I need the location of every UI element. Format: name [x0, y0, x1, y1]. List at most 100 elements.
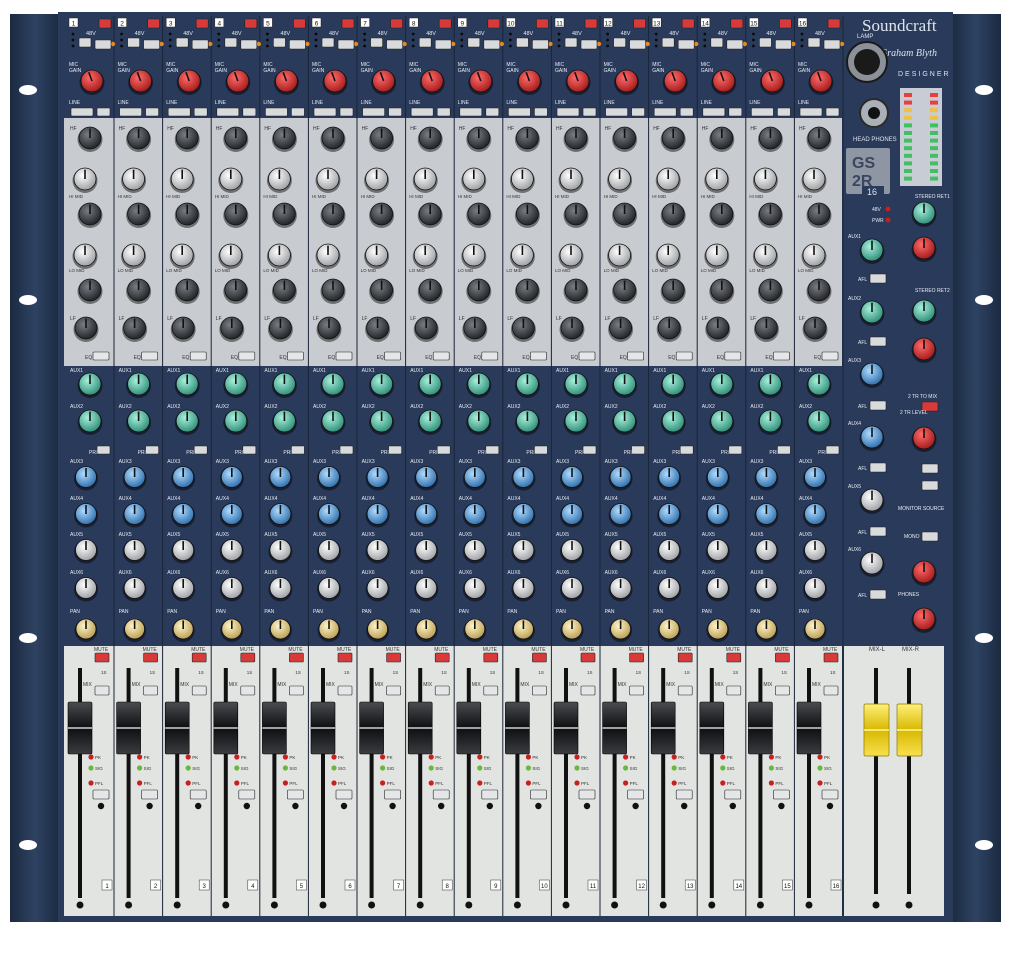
mix-switch[interactable] — [823, 685, 839, 696]
phantom-switch[interactable] — [341, 18, 355, 29]
lo-mid-freq-knob[interactable] — [364, 243, 390, 269]
lo-mid-gain-knob[interactable] — [757, 278, 783, 304]
pan-knob[interactable] — [123, 618, 147, 642]
hi-mid-freq-knob[interactable] — [607, 167, 633, 193]
aux2-knob[interactable] — [126, 409, 152, 435]
hi-mid-gain-knob[interactable] — [369, 202, 395, 228]
pad-switch[interactable] — [370, 37, 383, 48]
aux5-knob[interactable] — [803, 539, 827, 564]
eq-switch[interactable] — [481, 351, 499, 361]
phantom-switch[interactable] — [779, 18, 792, 29]
mix-switch[interactable] — [94, 685, 110, 696]
mic-gain-knob[interactable] — [468, 69, 494, 95]
mic-gain-knob[interactable] — [79, 69, 105, 95]
hi-mid-gain-knob[interactable] — [77, 202, 103, 228]
lo-mid-freq-knob[interactable] — [704, 243, 730, 269]
aux4-knob[interactable] — [705, 503, 730, 528]
aux3-knob[interactable] — [317, 466, 341, 491]
hi-mid-freq-knob[interactable] — [509, 167, 535, 193]
eq-switch[interactable] — [578, 351, 596, 361]
hi-mid-gain-knob[interactable] — [660, 202, 686, 228]
pfl-switch[interactable] — [578, 789, 596, 800]
aux5-knob[interactable] — [122, 539, 147, 564]
line-switch[interactable] — [825, 107, 840, 117]
mic-gain-knob[interactable] — [565, 69, 591, 95]
phase-switch[interactable] — [94, 39, 112, 50]
hpf-switch[interactable] — [653, 107, 677, 117]
monitor-level-knob[interactable] — [911, 560, 937, 586]
lf-knob[interactable] — [413, 316, 439, 342]
master-aux3-knob[interactable] — [859, 362, 885, 388]
phantom-switch[interactable] — [633, 18, 646, 29]
mute-switch[interactable] — [677, 652, 693, 663]
hf-knob[interactable] — [417, 126, 443, 152]
hf-knob[interactable] — [320, 126, 346, 152]
pan-knob[interactable] — [609, 618, 633, 642]
line-switch[interactable] — [728, 107, 743, 117]
aux3-knob[interactable] — [511, 466, 536, 491]
hpf-switch[interactable] — [459, 107, 483, 117]
eq-switch[interactable] — [724, 351, 742, 361]
hi-mid-gain-knob[interactable] — [417, 202, 443, 228]
lf-knob[interactable] — [510, 316, 536, 342]
pfl-switch[interactable] — [530, 789, 547, 800]
eq-switch[interactable] — [432, 351, 450, 361]
hi-mid-freq-knob[interactable] — [315, 167, 341, 193]
eq-switch[interactable] — [675, 351, 693, 361]
master-aux6-knob[interactable] — [859, 551, 885, 577]
aux2-knob[interactable] — [320, 409, 346, 435]
hi-mid-freq-knob[interactable] — [72, 167, 98, 193]
lo-mid-gain-knob[interactable] — [174, 278, 200, 304]
lo-mid-freq-knob[interactable] — [315, 243, 341, 269]
phase-switch[interactable] — [143, 39, 160, 50]
mic-gain-knob[interactable] — [322, 69, 348, 95]
hpf-switch[interactable] — [605, 107, 628, 117]
aux5-knob[interactable] — [462, 539, 487, 564]
lo-mid-freq-knob[interactable] — [218, 243, 244, 269]
aux4-knob[interactable] — [317, 503, 341, 528]
aux12-pre-switch[interactable] — [631, 445, 645, 455]
mix-switch[interactable] — [240, 685, 256, 696]
hf-knob[interactable] — [612, 126, 638, 152]
aux3-knob[interactable] — [122, 466, 147, 491]
aux12-pre-switch[interactable] — [193, 445, 208, 455]
phase-switch[interactable] — [191, 39, 209, 50]
pfl-switch[interactable] — [481, 789, 499, 800]
phantom-switch[interactable] — [147, 18, 160, 29]
phantom-switch[interactable] — [827, 18, 841, 29]
aux3-knob[interactable] — [462, 466, 487, 491]
monitor-2tr-switch[interactable] — [921, 463, 939, 474]
pad-switch[interactable] — [807, 37, 821, 48]
lo-mid-freq-knob[interactable] — [655, 243, 681, 269]
mic-gain-knob[interactable] — [711, 69, 737, 95]
lf-knob[interactable] — [170, 316, 196, 342]
pan-knob[interactable] — [560, 618, 584, 642]
eq-switch[interactable] — [773, 351, 790, 361]
pan-knob[interactable] — [706, 618, 730, 642]
hi-mid-gain-knob[interactable] — [563, 202, 589, 228]
hi-mid-freq-knob[interactable] — [655, 167, 681, 193]
lo-mid-freq-knob[interactable] — [509, 243, 535, 269]
aux3-knob[interactable] — [74, 466, 98, 491]
mute-switch[interactable] — [191, 652, 207, 663]
aux1-knob[interactable] — [77, 372, 103, 398]
lo-mid-gain-knob[interactable] — [466, 278, 492, 304]
mic-gain-knob[interactable] — [759, 69, 785, 95]
aux1-knob[interactable] — [563, 372, 589, 398]
hpf-switch[interactable] — [119, 107, 142, 117]
lf-knob[interactable] — [753, 316, 779, 342]
hpf-switch[interactable] — [508, 107, 531, 117]
phantom-switch[interactable] — [487, 18, 501, 29]
aux1-knob[interactable] — [806, 372, 832, 398]
pan-knob[interactable] — [511, 618, 535, 642]
mic-gain-knob[interactable] — [662, 69, 688, 95]
aux5-knob[interactable] — [414, 539, 439, 564]
pan-knob[interactable] — [366, 618, 390, 642]
eq-switch[interactable] — [141, 351, 158, 361]
aux12-pre-switch[interactable] — [145, 445, 159, 455]
phase-switch[interactable] — [629, 39, 646, 50]
hi-mid-gain-knob[interactable] — [126, 202, 152, 228]
phase-switch[interactable] — [483, 39, 501, 50]
hf-knob[interactable] — [660, 126, 686, 152]
aux3-knob[interactable] — [560, 466, 584, 491]
